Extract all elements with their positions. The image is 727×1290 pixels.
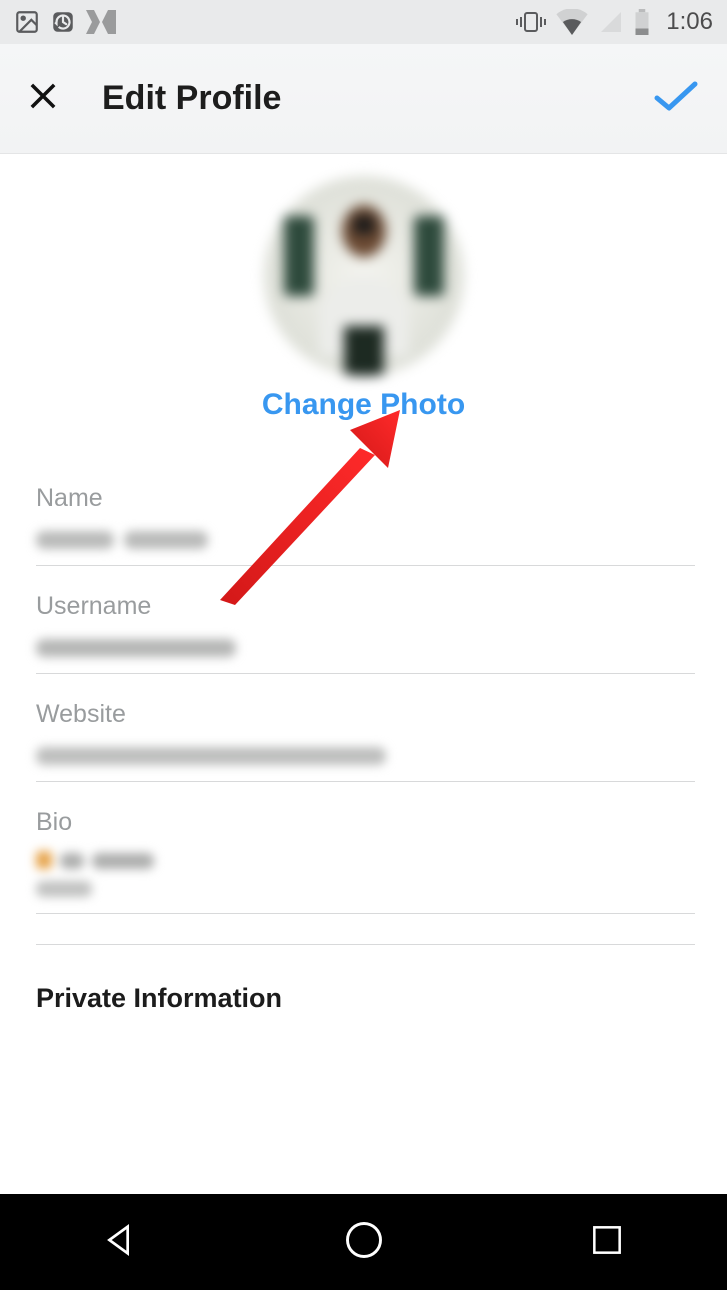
edit-profile-form: Name Username Website Bio xyxy=(0,422,727,945)
back-button[interactable] xyxy=(101,1220,141,1265)
home-button[interactable] xyxy=(342,1218,386,1267)
vibrate-icon xyxy=(516,10,546,34)
bio-field[interactable]: Bio xyxy=(36,808,695,914)
app-icon xyxy=(86,10,116,34)
username-label: Username xyxy=(36,592,695,621)
username-value xyxy=(36,631,695,663)
recents-button[interactable] xyxy=(588,1221,626,1264)
name-field[interactable]: Name xyxy=(36,484,695,566)
website-value xyxy=(36,739,695,771)
name-label: Name xyxy=(36,484,695,513)
private-information-heading: Private Information xyxy=(0,983,727,1014)
cell-signal-icon xyxy=(598,10,624,34)
clock-time: 1:06 xyxy=(666,8,713,36)
app-header: Edit Profile xyxy=(0,44,727,154)
close-button[interactable] xyxy=(26,79,60,118)
restore-icon xyxy=(50,9,76,35)
change-photo-link[interactable]: Change Photo xyxy=(262,388,465,422)
bio-value xyxy=(36,847,695,903)
image-icon xyxy=(14,9,40,35)
profile-avatar[interactable] xyxy=(264,176,464,376)
username-field[interactable]: Username xyxy=(36,592,695,674)
battery-icon xyxy=(634,9,650,35)
confirm-button[interactable] xyxy=(651,76,701,121)
website-label: Website xyxy=(36,700,695,729)
bio-label: Bio xyxy=(36,808,695,837)
page-title: Edit Profile xyxy=(102,79,281,118)
name-value xyxy=(36,523,695,555)
android-nav-bar xyxy=(0,1194,727,1290)
wifi-icon xyxy=(556,9,588,35)
android-status-bar: 1:06 xyxy=(0,0,727,44)
website-field[interactable]: Website xyxy=(36,700,695,782)
